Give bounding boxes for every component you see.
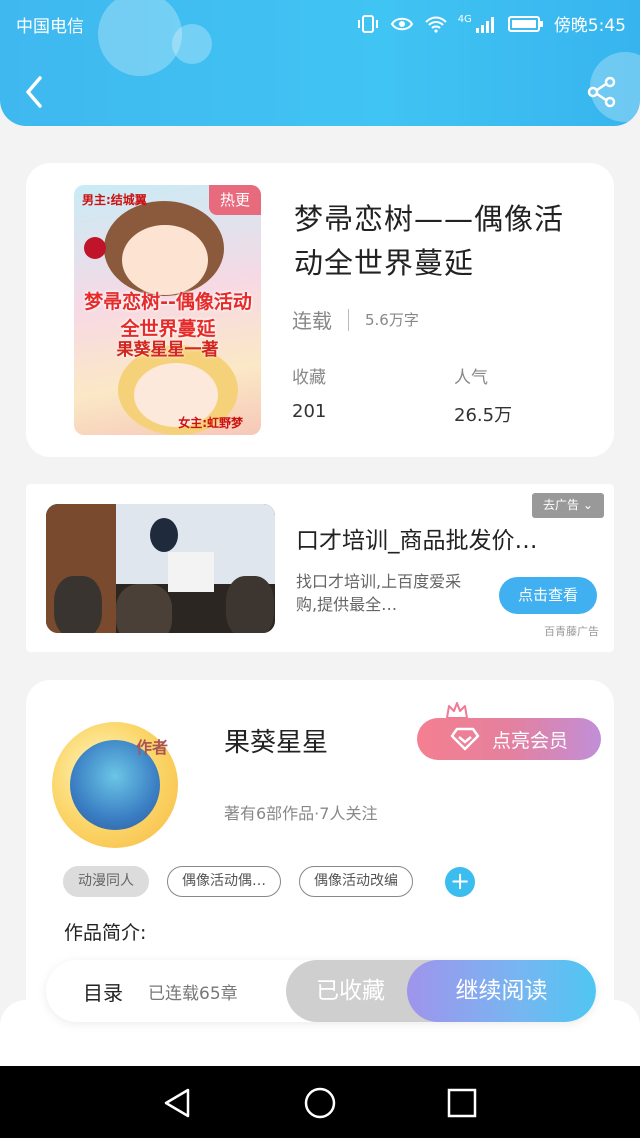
author-meta: 著有6部作品·7人关注	[224, 804, 378, 823]
ad-card[interactable]: 去广告 ⌄ 口才培训_商品批发价… 找口才培训,上百度爱采购,提供最全… 点击查…	[26, 484, 614, 652]
favorites-label: 收藏	[292, 368, 326, 388]
vip-button-label: 点亮会员	[491, 729, 568, 752]
crown-icon	[446, 702, 468, 719]
toc-button[interactable]: 目录	[83, 977, 123, 1006]
eye-icon	[390, 17, 413, 30]
hot-badge: 热更	[209, 185, 261, 215]
top-header: 中国电信 4G 傍晚5:45	[0, 0, 640, 126]
plus-icon: +	[449, 866, 471, 895]
status-bar: 中国电信 4G 傍晚5:45	[0, 8, 640, 38]
diamond-icon	[450, 727, 480, 751]
popularity-value: 26.5万	[454, 405, 513, 426]
cover-female-lead: 女主:虹野梦	[178, 416, 243, 430]
book-word-count: 5.6万字	[365, 311, 419, 329]
author-name[interactable]: 果葵星星	[224, 722, 328, 759]
ad-image-audience1	[54, 576, 102, 633]
remove-ad-label: 去广告	[543, 498, 580, 512]
chevron-down-icon: ⌄	[582, 498, 593, 512]
popularity-label: 人气	[454, 368, 488, 388]
clock-label: 傍晚5:45	[553, 16, 626, 36]
nav-home-icon[interactable]	[301, 1084, 339, 1122]
nav-back-icon[interactable]	[158, 1084, 196, 1122]
book-meta: 连载 5.6万字	[292, 305, 419, 334]
intro-label: 作品简介:	[64, 922, 147, 944]
status-right: 4G 傍晚5:45	[356, 11, 626, 36]
signal-icon	[475, 16, 494, 33]
cover-face-top	[122, 225, 208, 295]
favorites-value: 201	[292, 401, 327, 422]
cover-male-lead: 男主:结城翼	[82, 193, 147, 207]
vibrate-icon	[357, 14, 378, 33]
ad-image-speaker	[150, 518, 178, 552]
author-badge: 作者	[135, 738, 168, 757]
ad-image[interactable]	[46, 504, 275, 633]
add-tag-button[interactable]: +	[445, 866, 475, 897]
continue-reading-button[interactable]: 继续阅读	[407, 960, 596, 1022]
book-status: 连载	[292, 309, 332, 333]
cover-title: 梦帚恋树--偶像活动全世界蔓延	[84, 291, 252, 340]
meta-divider	[348, 308, 349, 331]
nav-recent-icon[interactable]	[443, 1084, 481, 1122]
tag-item[interactable]: 动漫同人	[63, 866, 149, 897]
bottom-action-bar: 目录 已连载65章 已收藏 继续阅读	[46, 960, 596, 1022]
back-arrow-icon[interactable]	[20, 74, 50, 110]
author-avatar[interactable]: 作者	[52, 722, 178, 848]
ad-image-audience3	[226, 576, 274, 633]
tag-list: 动漫同人 偶像活动偶… 偶像活动改编 +	[63, 866, 475, 897]
ad-image-audience2	[116, 584, 172, 633]
wifi-icon	[424, 16, 447, 33]
ad-view-button[interactable]: 点击查看	[499, 577, 597, 614]
ad-source: 百青藤广告	[544, 625, 599, 638]
battery-icon	[507, 15, 543, 32]
tag-item[interactable]: 偶像活动偶…	[167, 866, 281, 897]
ad-description: 找口才培训,上百度爱采购,提供最全…	[296, 572, 462, 614]
book-title: 梦帚恋树——偶像活动全世界蔓延	[294, 202, 565, 280]
ad-image-podium	[168, 552, 214, 592]
share-icon[interactable]	[586, 76, 618, 108]
cover-rose	[84, 237, 106, 259]
vip-button[interactable]: 点亮会员	[417, 718, 601, 760]
remove-ad-button[interactable]: 去广告 ⌄	[532, 493, 604, 518]
book-cover[interactable]: 热更 男主:结城翼 梦帚恋树--偶像活动全世界蔓延 果葵星星一著 女主:虹野梦	[74, 185, 261, 435]
ad-title[interactable]: 口才培训_商品批发价…	[296, 521, 576, 555]
system-nav-bar	[0, 1066, 640, 1138]
cover-author: 果葵星星一著	[116, 340, 219, 360]
network-label: 4G	[457, 14, 472, 25]
book-info-card: 热更 男主:结城翼 梦帚恋树--偶像活动全世界蔓延 果葵星星一著 女主:虹野梦 …	[26, 163, 614, 457]
tag-item[interactable]: 偶像活动改编	[299, 866, 413, 897]
carrier-label: 中国电信	[16, 17, 84, 37]
chapter-count[interactable]: 已连载65章	[148, 979, 238, 1004]
